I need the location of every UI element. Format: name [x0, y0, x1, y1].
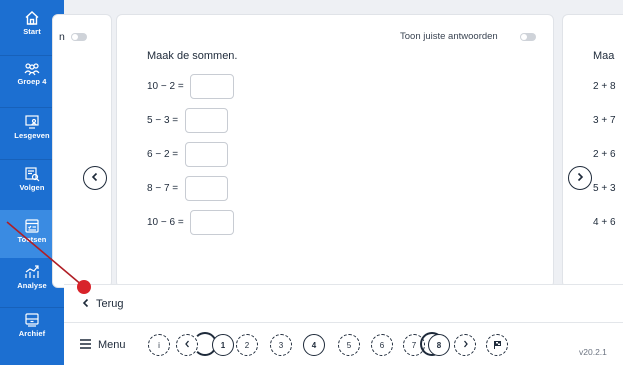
sum-text: 5 + 3	[593, 183, 616, 194]
page-label: i	[158, 340, 160, 350]
back-button[interactable]: Terug	[82, 295, 124, 313]
test-icon	[24, 218, 40, 234]
menu-button-label: Menu	[98, 339, 126, 351]
app-window: Start Groep 4 Lesgeven Volgen Toetsen An…	[0, 0, 623, 365]
page-label: 8	[436, 340, 442, 350]
sidebar-item-label: Archief	[18, 329, 46, 338]
next-exercise-card: Maa 2 + 8 3 + 7 2 + 6 5 + 3 4 + 6	[562, 14, 623, 288]
page-label: 6	[379, 340, 385, 350]
menu-button[interactable]: Menu	[80, 336, 126, 354]
page-next-button[interactable]	[454, 334, 476, 356]
page-label: 3	[278, 340, 284, 350]
sum-text: 3 + 7	[593, 115, 616, 126]
sum-text: 5 − 3 =	[147, 115, 179, 126]
flag-icon	[493, 340, 502, 351]
home-icon	[24, 10, 40, 26]
answer-input[interactable]	[185, 176, 228, 201]
previous-exercise-button[interactable]	[83, 166, 107, 190]
back-bar: Terug	[64, 284, 623, 323]
chevron-right-icon	[575, 169, 585, 187]
sum-text: 8 − 7 =	[147, 183, 179, 194]
page-button-3[interactable]: 3	[270, 334, 292, 356]
teach-icon	[24, 114, 40, 130]
version-label: v20.2.1	[579, 347, 607, 357]
page-button-6[interactable]: 6	[371, 334, 393, 356]
show-answers-toggle[interactable]	[520, 33, 536, 41]
sum-text: 2 + 8	[593, 81, 616, 92]
exercise-card: Maak de sommen. Toon juiste antwoorden 1…	[116, 14, 554, 288]
page-button-4[interactable]: 4	[303, 334, 325, 356]
sum-text: 6 − 2 =	[147, 149, 179, 160]
sum-text: 10 − 6 =	[147, 217, 184, 228]
group-icon	[24, 62, 40, 76]
exercise-title: Maak de sommen.	[147, 50, 238, 62]
finish-button[interactable]	[486, 334, 508, 356]
sidebar-item-label: Toetsen	[17, 235, 47, 244]
answer-input[interactable]	[185, 108, 228, 133]
sidebar-item-label: Lesgeven	[14, 131, 50, 140]
page-label: 7	[411, 340, 417, 350]
page-button-2[interactable]: 2	[236, 334, 258, 356]
previous-exercise-card: n	[52, 14, 112, 288]
page-label: 5	[346, 340, 352, 350]
page-label: 2	[244, 340, 250, 350]
page-label: 1	[220, 340, 226, 350]
sidebar-item-archief[interactable]: Archief	[0, 312, 64, 352]
page-button-5[interactable]: 5	[338, 334, 360, 356]
analysis-icon	[24, 264, 40, 280]
sidebar-item-label: Volgen	[19, 183, 45, 192]
answer-input[interactable]	[185, 142, 228, 167]
chevron-left-icon	[90, 169, 100, 187]
previous-card-partial-title: n	[59, 31, 65, 43]
next-card-partial-title: Maa	[593, 50, 615, 62]
track-icon	[24, 166, 40, 182]
sidebar-item-label: Start	[23, 27, 41, 36]
sidebar-item-label: Groep 4	[17, 77, 47, 86]
chevron-left-icon	[184, 340, 191, 350]
show-answers-label: Toon juiste antwoorden	[400, 31, 498, 42]
answer-input[interactable]	[190, 210, 234, 235]
sum-text: 2 + 6	[593, 149, 616, 160]
bottom-toolbar: Menu i 1 2 3 4 5 6 7 8 v20.2.1	[64, 322, 623, 365]
chevron-right-icon	[462, 340, 469, 350]
chevron-left-icon	[82, 295, 90, 313]
page-info-button[interactable]: i	[148, 334, 170, 356]
archive-icon	[24, 312, 40, 328]
sum-text: 10 − 2 =	[147, 81, 184, 92]
page-button-8[interactable]: 8	[428, 334, 450, 356]
previous-card-toggle[interactable]	[71, 33, 87, 41]
answer-input[interactable]	[190, 74, 234, 99]
page-button-1[interactable]: 1	[212, 334, 234, 356]
sum-text: 4 + 6	[593, 217, 616, 228]
back-button-label: Terug	[96, 298, 124, 310]
sidebar-item-label: Analyse	[17, 281, 47, 290]
next-exercise-button[interactable]	[568, 166, 592, 190]
hamburger-icon	[80, 336, 91, 354]
page-label: 4	[311, 340, 317, 350]
